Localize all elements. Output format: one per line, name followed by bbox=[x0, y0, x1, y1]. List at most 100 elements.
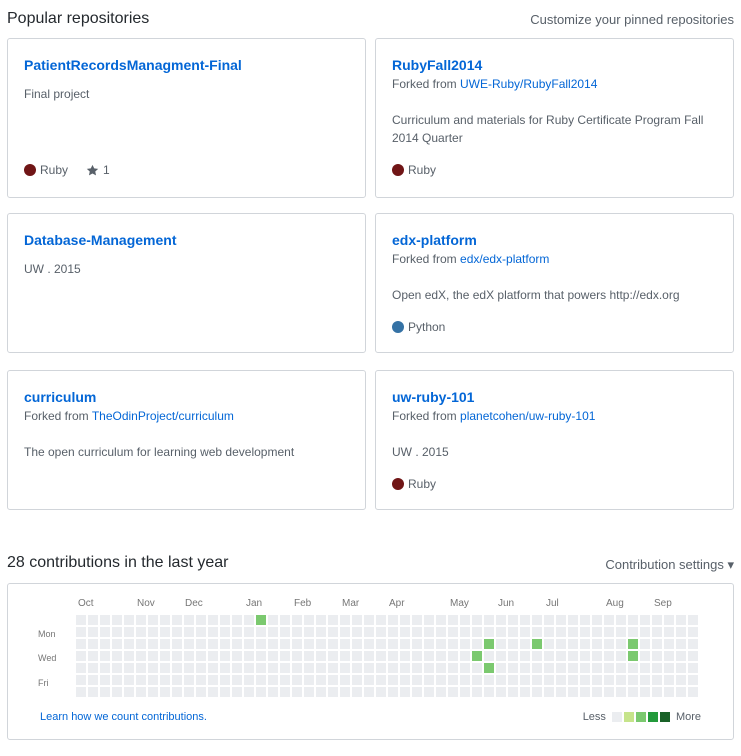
contribution-day[interactable] bbox=[448, 639, 458, 649]
contribution-day[interactable] bbox=[388, 651, 398, 661]
contribution-day[interactable] bbox=[244, 651, 254, 661]
contribution-day[interactable] bbox=[688, 639, 698, 649]
contribution-day[interactable] bbox=[172, 651, 182, 661]
contribution-day[interactable] bbox=[688, 651, 698, 661]
contribution-day[interactable] bbox=[244, 687, 254, 697]
contribution-day[interactable] bbox=[112, 627, 122, 637]
contribution-day[interactable] bbox=[544, 687, 554, 697]
contribution-day[interactable] bbox=[328, 627, 338, 637]
contribution-day[interactable] bbox=[268, 627, 278, 637]
contribution-day[interactable] bbox=[496, 675, 506, 685]
contribution-day[interactable] bbox=[388, 627, 398, 637]
contribution-day[interactable] bbox=[232, 675, 242, 685]
contribution-day[interactable] bbox=[364, 675, 374, 685]
contribution-day[interactable] bbox=[292, 651, 302, 661]
contribution-day[interactable] bbox=[592, 663, 602, 673]
contribution-day[interactable] bbox=[76, 627, 86, 637]
contribution-day[interactable] bbox=[412, 615, 422, 625]
contribution-day[interactable] bbox=[472, 663, 482, 673]
repo-name-link[interactable]: PatientRecordsManagment-Final bbox=[24, 57, 242, 73]
contribution-day[interactable] bbox=[580, 663, 590, 673]
contribution-day[interactable] bbox=[208, 687, 218, 697]
contribution-day[interactable] bbox=[580, 675, 590, 685]
contribution-day[interactable] bbox=[208, 675, 218, 685]
contribution-day[interactable] bbox=[388, 675, 398, 685]
contribution-day[interactable] bbox=[628, 639, 638, 649]
repo-name-link[interactable]: uw-ruby-101 bbox=[392, 389, 474, 405]
contribution-day[interactable] bbox=[364, 615, 374, 625]
contribution-day[interactable] bbox=[652, 675, 662, 685]
contribution-day[interactable] bbox=[640, 651, 650, 661]
contribution-day[interactable] bbox=[196, 615, 206, 625]
contribution-day[interactable] bbox=[328, 651, 338, 661]
repo-name-link[interactable]: Database-Management bbox=[24, 232, 177, 248]
contribution-day[interactable] bbox=[688, 663, 698, 673]
contribution-day[interactable] bbox=[592, 639, 602, 649]
contribution-day[interactable] bbox=[304, 639, 314, 649]
contribution-day[interactable] bbox=[88, 675, 98, 685]
contribution-day[interactable] bbox=[520, 675, 530, 685]
contribution-day[interactable] bbox=[280, 663, 290, 673]
contribution-day[interactable] bbox=[184, 639, 194, 649]
contribution-day[interactable] bbox=[496, 615, 506, 625]
contribution-day[interactable] bbox=[256, 615, 266, 625]
contribution-day[interactable] bbox=[556, 687, 566, 697]
contribution-day[interactable] bbox=[352, 639, 362, 649]
contribution-day[interactable] bbox=[592, 687, 602, 697]
contribution-day[interactable] bbox=[616, 687, 626, 697]
contribution-day[interactable] bbox=[460, 639, 470, 649]
contribution-day[interactable] bbox=[100, 615, 110, 625]
contribution-day[interactable] bbox=[472, 675, 482, 685]
contribution-day[interactable] bbox=[256, 675, 266, 685]
contribution-day[interactable] bbox=[220, 627, 230, 637]
contribution-day[interactable] bbox=[592, 615, 602, 625]
contribution-day[interactable] bbox=[568, 615, 578, 625]
contribution-day[interactable] bbox=[364, 687, 374, 697]
contribution-day[interactable] bbox=[676, 675, 686, 685]
contribution-day[interactable] bbox=[532, 687, 542, 697]
contribution-day[interactable] bbox=[100, 627, 110, 637]
contribution-day[interactable] bbox=[676, 663, 686, 673]
contribution-day[interactable] bbox=[340, 639, 350, 649]
contribution-day[interactable] bbox=[172, 675, 182, 685]
contribution-day[interactable] bbox=[568, 651, 578, 661]
contribution-day[interactable] bbox=[136, 639, 146, 649]
contribution-day[interactable] bbox=[544, 615, 554, 625]
contribution-day[interactable] bbox=[616, 615, 626, 625]
contribution-day[interactable] bbox=[496, 687, 506, 697]
contribution-day[interactable] bbox=[376, 651, 386, 661]
contribution-day[interactable] bbox=[112, 663, 122, 673]
contribution-day[interactable] bbox=[652, 651, 662, 661]
contribution-day[interactable] bbox=[424, 615, 434, 625]
contribution-day[interactable] bbox=[304, 627, 314, 637]
contribution-day[interactable] bbox=[268, 651, 278, 661]
contribution-day[interactable] bbox=[244, 627, 254, 637]
contribution-day[interactable] bbox=[676, 627, 686, 637]
contribution-day[interactable] bbox=[316, 675, 326, 685]
contribution-day[interactable] bbox=[448, 615, 458, 625]
contribution-day[interactable] bbox=[76, 639, 86, 649]
contribution-day[interactable] bbox=[664, 615, 674, 625]
contribution-day[interactable] bbox=[160, 663, 170, 673]
contribution-day[interactable] bbox=[136, 615, 146, 625]
contribution-day[interactable] bbox=[100, 663, 110, 673]
contribution-day[interactable] bbox=[484, 627, 494, 637]
contribution-day[interactable] bbox=[556, 663, 566, 673]
contribution-day[interactable] bbox=[292, 627, 302, 637]
contribution-day[interactable] bbox=[412, 663, 422, 673]
learn-contributions-link[interactable]: Learn how we count contributions. bbox=[40, 711, 207, 723]
contribution-day[interactable] bbox=[76, 663, 86, 673]
contribution-day[interactable] bbox=[520, 627, 530, 637]
contribution-day[interactable] bbox=[232, 627, 242, 637]
contribution-day[interactable] bbox=[508, 615, 518, 625]
contribution-day[interactable] bbox=[532, 663, 542, 673]
contribution-day[interactable] bbox=[328, 663, 338, 673]
contribution-day[interactable] bbox=[640, 639, 650, 649]
contribution-day[interactable] bbox=[340, 651, 350, 661]
contribution-day[interactable] bbox=[280, 615, 290, 625]
contribution-day[interactable] bbox=[640, 675, 650, 685]
contribution-day[interactable] bbox=[160, 627, 170, 637]
contribution-day[interactable] bbox=[580, 627, 590, 637]
contribution-day[interactable] bbox=[268, 675, 278, 685]
contribution-day[interactable] bbox=[76, 675, 86, 685]
